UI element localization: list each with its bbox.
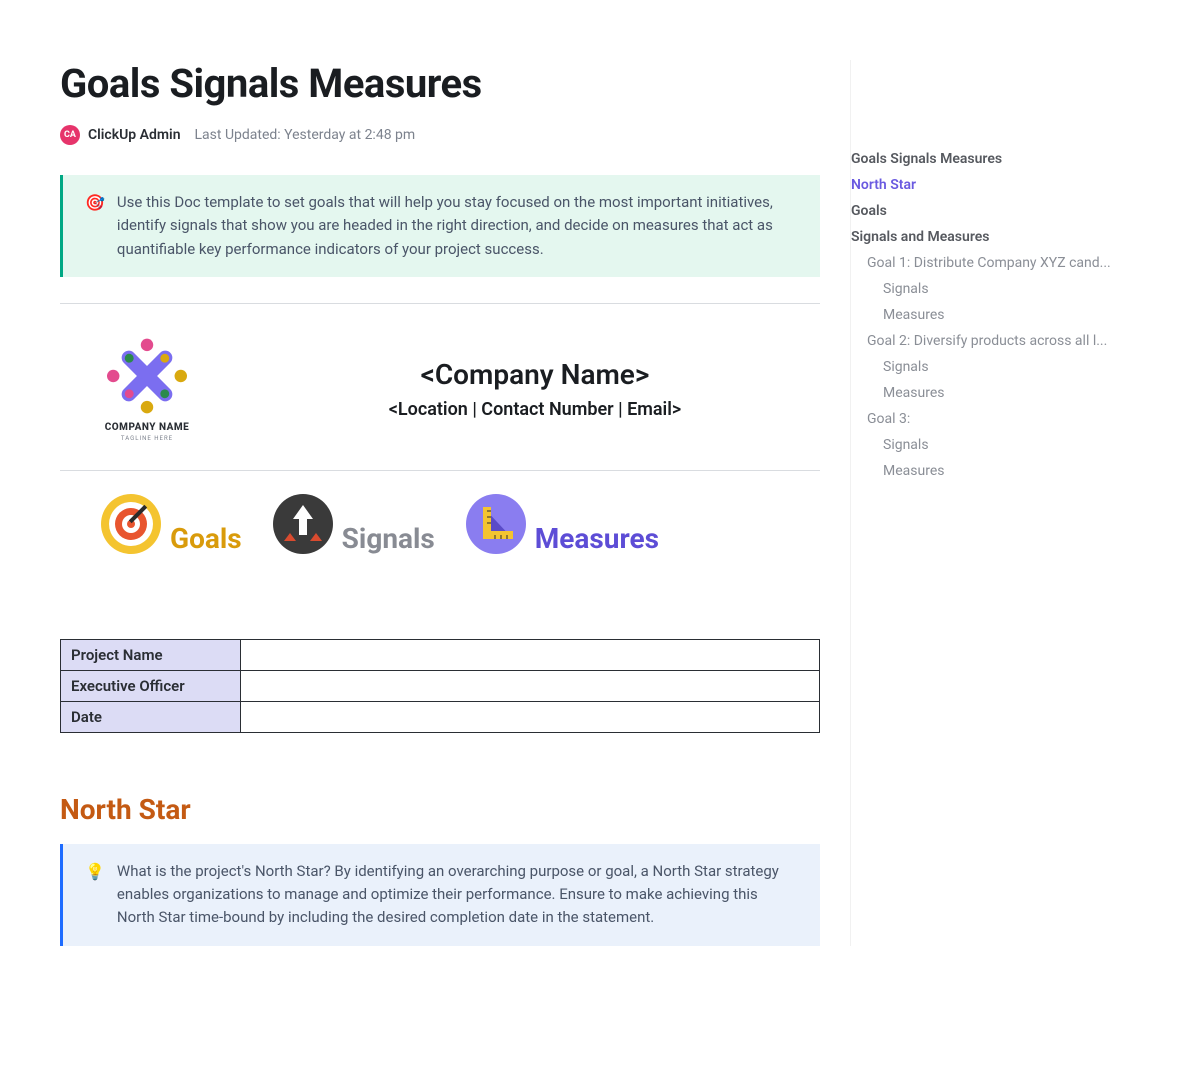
intro-callout: 🎯 Use this Doc template to set goals tha… — [60, 175, 820, 277]
goals-icon — [100, 493, 162, 555]
company-logo: COMPANY NAME TAGLINE HERE — [72, 336, 222, 442]
target-icon: 🎯 — [85, 191, 105, 261]
measures-icon — [465, 493, 527, 555]
gsm-goals: Goals — [100, 493, 242, 555]
gsm-signals: Signals — [272, 493, 435, 555]
outline-item[interactable]: Goal 3: — [851, 406, 1150, 432]
author-avatar[interactable]: CA — [60, 125, 80, 145]
document-main: Goals Signals Measures CA ClickUp Admin … — [60, 60, 820, 946]
outline-item[interactable]: Measures — [851, 380, 1150, 406]
table-row: Executive Officer — [61, 670, 820, 701]
outline-item[interactable]: Signals and Measures — [851, 224, 1150, 250]
logo-icon — [102, 336, 192, 416]
outline-item[interactable]: North Star — [851, 172, 1150, 198]
outline-item[interactable]: Measures — [851, 458, 1150, 484]
outline-item[interactable]: Goals — [851, 198, 1150, 224]
table-row: Project Name — [61, 639, 820, 670]
signals-icon — [272, 493, 334, 555]
table-row: Date — [61, 701, 820, 732]
gsm-row: Goals Signals — [60, 471, 820, 587]
executive-officer-value[interactable] — [241, 670, 820, 701]
info-table: Project Name Executive Officer Date — [60, 639, 820, 733]
bulb-icon: 💡 — [85, 860, 105, 930]
last-updated: Last Updated: Yesterday at 2:48 pm — [195, 127, 416, 143]
outline-item[interactable]: Signals — [851, 432, 1150, 458]
measures-label: Measures — [535, 522, 659, 555]
project-name-label: Project Name — [61, 639, 241, 670]
company-subline: <Location | Contact Number | Email> — [262, 399, 808, 420]
outline-item[interactable]: Signals — [851, 354, 1150, 380]
north-star-callout: 💡 What is the project's North Star? By i… — [60, 844, 820, 946]
signals-label: Signals — [342, 522, 435, 555]
north-star-heading: North Star — [60, 793, 820, 826]
date-label: Date — [61, 701, 241, 732]
date-value[interactable] — [241, 701, 820, 732]
company-name: <Company Name> — [262, 358, 808, 391]
outline-item[interactable]: Goals Signals Measures — [851, 146, 1150, 172]
author-name: ClickUp Admin — [88, 127, 181, 143]
meta-row: CA ClickUp Admin Last Updated: Yesterday… — [60, 125, 820, 145]
outline-item[interactable]: Signals — [851, 276, 1150, 302]
company-block: COMPANY NAME TAGLINE HERE <Company Name>… — [60, 304, 820, 470]
logo-title: COMPANY NAME — [72, 422, 222, 433]
outline-item[interactable]: Measures — [851, 302, 1150, 328]
intro-callout-text: Use this Doc template to set goals that … — [117, 191, 798, 261]
goals-label: Goals — [170, 522, 242, 555]
logo-tagline: TAGLINE HERE — [72, 435, 222, 442]
outline-item[interactable]: Goal 2: Diversify products across all l.… — [851, 328, 1150, 354]
page-title: Goals Signals Measures — [60, 60, 820, 107]
outline-item[interactable]: Goal 1: Distribute Company XYZ cand... — [851, 250, 1150, 276]
project-name-value[interactable] — [241, 639, 820, 670]
outline-panel: Goals Signals Measures North Star Goals … — [850, 60, 1150, 946]
north-star-text: What is the project's North Star? By ide… — [117, 860, 798, 930]
executive-officer-label: Executive Officer — [61, 670, 241, 701]
company-text: <Company Name> <Location | Contact Numbe… — [262, 358, 808, 420]
gsm-measures: Measures — [465, 493, 659, 555]
